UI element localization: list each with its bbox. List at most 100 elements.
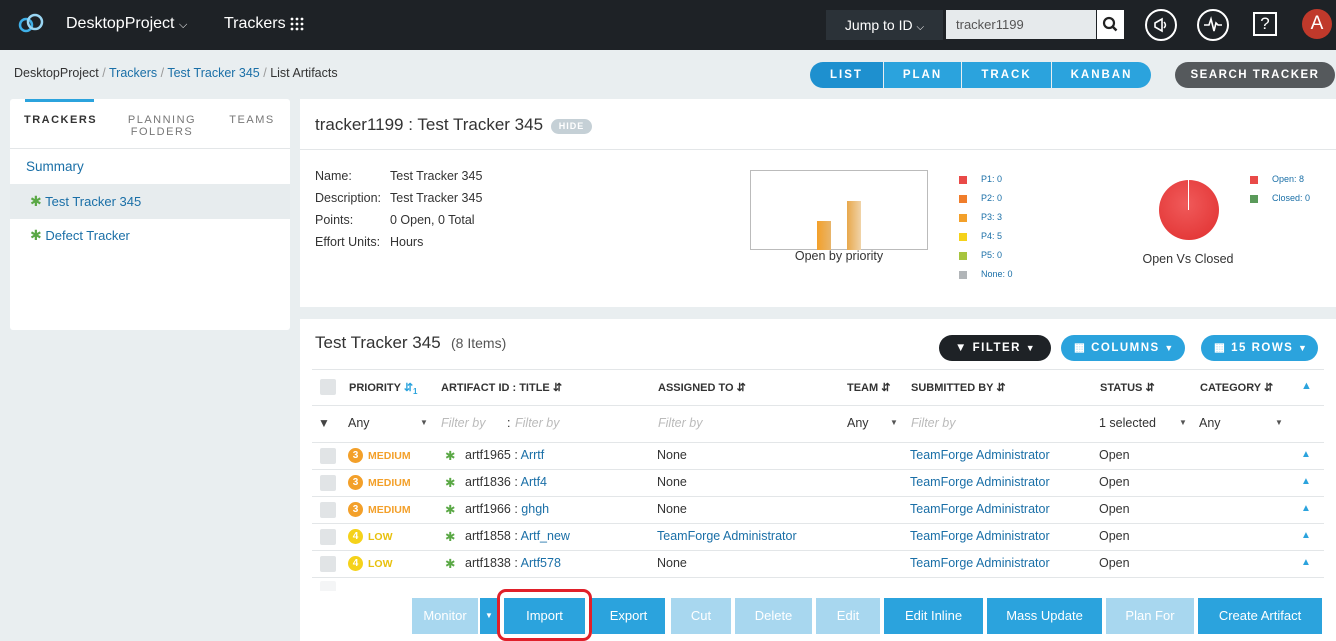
bell-icon[interactable]: ▲ — [1301, 557, 1311, 568]
edit-button[interactable]: Edit — [816, 598, 880, 634]
sidebar-item-defect-tracker[interactable]: ✱ Defect Tracker — [10, 218, 290, 253]
bell-icon[interactable]: ▲ — [1301, 380, 1312, 392]
tab-kanban[interactable]: KANBAN — [1052, 62, 1151, 88]
create-artifact-button[interactable]: Create Artifact — [1198, 598, 1322, 634]
col-team[interactable]: TEAM ⇵ — [847, 381, 890, 394]
monitor-button[interactable]: Monitor — [412, 598, 478, 634]
columns-button[interactable]: ▦ COLUMNS ▼ — [1061, 335, 1185, 361]
submitted-by-link[interactable]: TeamForge Administrator — [910, 475, 1050, 489]
help-icon[interactable]: ? — [1253, 12, 1277, 36]
funnel-icon: ▼ — [318, 416, 330, 430]
submitted-by-link[interactable]: TeamForge Administrator — [910, 448, 1050, 462]
trackers-nav[interactable]: Trackers — [224, 15, 286, 33]
summary-link[interactable]: Summary — [26, 159, 84, 174]
mass-update-button[interactable]: Mass Update — [987, 598, 1102, 634]
tab-teams[interactable]: TEAMS — [226, 114, 278, 126]
artifact-id-text: artf1838 — [465, 556, 511, 570]
bell-icon[interactable]: ▲ — [1301, 530, 1311, 541]
filter-button[interactable]: ▼ FILTER ▼ — [939, 335, 1051, 361]
assigned-to-link[interactable]: TeamForge Administrator — [657, 529, 797, 543]
project-selector[interactable]: DesktopProject ⌵ — [66, 15, 187, 33]
row-checkbox[interactable] — [320, 475, 336, 491]
row-checkbox[interactable] — [320, 502, 336, 518]
search-input[interactable] — [946, 10, 1096, 39]
priority-label: MEDIUM — [368, 450, 411, 462]
col-priority[interactable]: PRIORITY ⇵1 — [349, 381, 418, 396]
sidebar-item-label: Defect Tracker — [45, 228, 130, 243]
sidebar-item-test-tracker[interactable]: ✱ Test Tracker 345 — [10, 184, 290, 219]
artifact-id: artf1838 : Artf578 — [465, 556, 561, 570]
list-title: Test Tracker 345 — [315, 333, 441, 352]
breadcrumb-project[interactable]: DesktopProject — [14, 66, 99, 80]
plan-for-button[interactable]: Plan For — [1106, 598, 1194, 634]
table-row[interactable]: 4 LOW ✱ artf1858 : Artf_new TeamForge Ad… — [312, 524, 1324, 551]
row-checkbox[interactable] — [320, 556, 336, 572]
legend-none: None: 0 — [981, 269, 1013, 279]
breadcrumb-trackers[interactable]: Trackers — [109, 66, 157, 80]
col-status[interactable]: STATUS ⇵ — [1100, 381, 1155, 394]
search-button[interactable] — [1097, 10, 1124, 39]
table-row[interactable]: 4 LOW ✱ artf1838 : Artf578 None TeamForg… — [312, 551, 1324, 578]
submitted-by-link[interactable]: TeamForge Administrator — [910, 556, 1050, 570]
app-logo-icon[interactable] — [16, 13, 46, 33]
divider — [300, 149, 1336, 150]
bell-icon[interactable]: ▲ — [1301, 476, 1311, 487]
artifact-id-filter[interactable]: Filter by — [441, 416, 485, 430]
table-row[interactable]: 3 MEDIUM ✱ artf1965 : Arrtf None TeamFor… — [312, 443, 1324, 470]
row-checkbox[interactable] — [320, 448, 336, 464]
hide-button[interactable]: HIDE — [551, 119, 592, 134]
sort-icon: ⇵ — [736, 382, 746, 394]
select-all-checkbox[interactable] — [320, 379, 336, 395]
col-artifact[interactable]: ARTIFACT ID : TITLE ⇵ — [441, 381, 562, 394]
bell-icon[interactable]: ▲ — [1301, 449, 1311, 460]
submitted-filter[interactable]: Filter by — [911, 416, 955, 430]
filter-label: FILTER — [972, 342, 1021, 354]
cut-button[interactable]: Cut — [671, 598, 731, 634]
title-filter[interactable]: Filter by — [515, 416, 559, 430]
artifact-id-text: artf1836 — [465, 475, 511, 489]
submitted-by-link[interactable]: TeamForge Administrator — [910, 502, 1050, 516]
tab-plan[interactable]: PLAN — [884, 62, 961, 88]
col-assigned[interactable]: ASSIGNED TO ⇵ — [658, 381, 746, 394]
assigned-filter[interactable]: Filter by — [658, 416, 702, 430]
table-row[interactable]: 3 MEDIUM ✱ artf1836 : Artf4 None TeamFor… — [312, 470, 1324, 497]
legend-swatch — [959, 176, 967, 184]
submitted-by-link[interactable]: TeamForge Administrator — [910, 529, 1050, 543]
export-button[interactable]: Export — [592, 598, 665, 634]
avatar[interactable]: A — [1302, 9, 1332, 39]
apps-grid-icon[interactable] — [290, 17, 304, 31]
partial-table-row — [312, 579, 1324, 591]
artifact-id: artf1966 : ghgh — [465, 502, 550, 516]
col-submitted[interactable]: SUBMITTED BY ⇵ — [911, 381, 1006, 394]
tab-track[interactable]: TRACK — [962, 62, 1051, 88]
team-filter[interactable]: Any — [847, 416, 869, 430]
search-tracker-button[interactable]: SEARCH TRACKER — [1175, 62, 1335, 88]
table-row[interactable]: 3 MEDIUM ✱ artf1966 : ghgh None TeamForg… — [312, 497, 1324, 524]
tab-trackers[interactable]: TRACKERS — [24, 114, 96, 126]
col-category[interactable]: CATEGORY ⇵ — [1200, 381, 1273, 394]
artifact-title-link[interactable]: Artf578 — [521, 556, 561, 570]
tab-list[interactable]: LIST — [810, 62, 883, 88]
tracker-title: tracker1199 : Test Tracker 345 — [315, 115, 544, 134]
announcements-button[interactable] — [1145, 9, 1177, 41]
rows-button[interactable]: ▦ 15 ROWS ▼ — [1201, 335, 1318, 361]
artifact-title-link[interactable]: ghgh — [521, 502, 549, 516]
category-filter[interactable]: Any — [1199, 416, 1221, 430]
tab-planning-folders[interactable]: PLANNING FOLDERS — [122, 114, 202, 138]
artifact-title-link[interactable]: Arrtf — [521, 448, 545, 462]
priority-badge: 3 — [348, 502, 363, 517]
artifact-title-link[interactable]: Artf_new — [521, 529, 570, 543]
monitor-dropdown-button[interactable]: ▼ — [480, 598, 498, 634]
bell-icon[interactable]: ▲ — [1301, 503, 1311, 514]
edit-inline-button[interactable]: Edit Inline — [884, 598, 983, 634]
breadcrumb-tracker[interactable]: Test Tracker 345 — [167, 66, 259, 80]
row-checkbox[interactable] — [320, 529, 336, 545]
artifact-title-link[interactable]: Artf4 — [521, 475, 547, 489]
status-filter[interactable]: 1 selected — [1099, 416, 1156, 430]
priority-filter[interactable]: Any — [348, 416, 370, 430]
delete-button[interactable]: Delete — [735, 598, 812, 634]
activity-button[interactable] — [1197, 9, 1229, 41]
import-button[interactable]: Import — [504, 598, 585, 634]
jump-to-id-button[interactable]: Jump to ID ⌵ — [826, 10, 943, 40]
status: Open — [1099, 448, 1130, 462]
